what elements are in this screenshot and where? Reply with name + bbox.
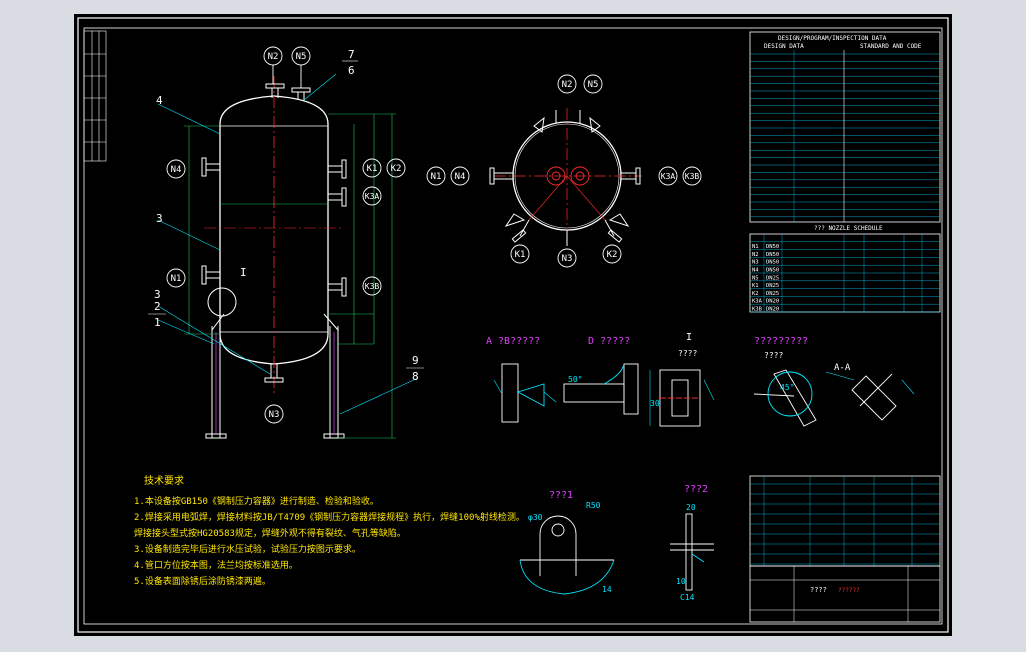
cad-drawing: N2 N5 N4 N1 K1 K2 K3A K3B N3 7 6 4 3 3 2… — [77, 17, 949, 633]
plan-label-n4: N4 — [455, 172, 466, 182]
part-4: 4 — [156, 94, 163, 107]
label-n2: N2 — [268, 52, 279, 62]
dim-phi30: φ30 — [528, 513, 543, 522]
label-n1: N1 — [171, 274, 182, 284]
nozzle-schedule-mark: N1 — [752, 244, 759, 250]
nozzle-schedule-size: DN25 — [766, 283, 779, 289]
revision-strip — [83, 30, 107, 162]
sheet-border — [77, 17, 949, 633]
dim-30: 30 — [650, 399, 660, 408]
tech-req-line-5: 4.管口方位按本图，法兰均按标准选用。 — [134, 559, 298, 571]
part-1: 1 — [154, 316, 161, 329]
nozzle-schedule-size: DN20 — [766, 299, 779, 305]
vessel-elevation — [157, 73, 419, 439]
nozzle-schedule-title: ??? NOZZLE SCHEDULE — [814, 225, 883, 232]
tech-req-line-6: 5.设备表面除锈后涂防锈漆两遍。 — [134, 575, 271, 587]
section-aa-label: A-A — [834, 363, 851, 373]
design-data-left: DESIGN DATA — [764, 43, 804, 50]
nozzle-schedule-mark: N3 — [752, 260, 759, 266]
nozzle-schedule-size: DN50 — [766, 260, 779, 266]
label-k1: K1 — [367, 164, 378, 174]
drawing-name: ???? — [810, 586, 827, 594]
plan-label-k2: K2 — [607, 250, 618, 260]
nozzle-k3a-flange — [341, 187, 347, 207]
detail1-drawing — [519, 515, 615, 595]
part-8: 8 — [412, 370, 419, 383]
label-k3a: K3A — [365, 192, 380, 201]
nozzle-n1-flange — [201, 265, 207, 285]
nozzle-schedule-mark: N5 — [752, 275, 759, 281]
nozzle-k3b-flange — [341, 277, 347, 297]
nozzle-n5-flange — [291, 87, 311, 93]
detail-i-num: I — [686, 332, 692, 343]
tech-req-title: 技术要求 — [144, 474, 184, 487]
plan-label-k3b: K3B — [685, 172, 700, 181]
elevation-nozzle-labels — [166, 46, 406, 424]
vessel-plan-view: N2 N5 N1 N4 K3A K3B K1 N3 K2 — [426, 74, 702, 268]
design-data-title: DESIGN/PROGRAM/INSPECTION DATA — [778, 35, 887, 42]
plan-label-n2: N2 — [562, 80, 573, 90]
nozzle-schedule-size: DN50 — [766, 244, 779, 250]
tech-req-line-2: 2.焊接采用电弧焊，焊接材料按JB/T4709《钢制压力容器焊接规程》执行，焊缝… — [134, 511, 525, 523]
label-n5: N5 — [296, 52, 307, 62]
dim-10: 10 — [676, 577, 686, 586]
nozzle-n4-flange — [201, 157, 207, 177]
detail-views: A ?B????? D ????? ????????? ???1 ???2 I … — [486, 332, 915, 602]
title-stamp: ?????? — [838, 587, 860, 594]
label-k2: K2 — [391, 164, 402, 174]
plan-label-k3a: K3A — [661, 172, 676, 181]
detail-a-title: A ?B????? — [486, 336, 540, 347]
part-9: 9 — [412, 354, 419, 367]
detail2-title: ???2 — [684, 484, 708, 495]
label-n3: N3 — [269, 410, 280, 420]
dim-c14: C14 — [680, 593, 695, 602]
part-2: 2 — [154, 300, 161, 313]
nozzle-schedule-mark: N4 — [752, 268, 759, 274]
dim-45deg: 45° — [780, 383, 794, 392]
tech-req-line-1: 1.本设备按GB150《钢制压力容器》进行制造、检验和验收。 — [134, 495, 379, 507]
detail-weld-title: ????????? — [754, 336, 808, 347]
detail-weld-sub: ???? — [764, 351, 783, 360]
part-6: 6 — [348, 64, 355, 77]
plan-label-n5: N5 — [588, 80, 599, 90]
detail1-title: ???1 — [549, 490, 573, 501]
dim-50deg: 50° — [568, 375, 582, 384]
plan-label-n3: N3 — [562, 254, 573, 264]
nozzle-schedule-mark: K2 — [752, 291, 759, 297]
technical-requirements: 技术要求 1.本设备按GB150《钢制压力容器》进行制造、检验和验收。 2.焊接… — [134, 474, 525, 587]
detail-i-sub: ???? — [678, 349, 697, 358]
drawing-sheet: N2 N5 N4 N1 K1 K2 K3A K3B N3 7 6 4 3 3 2… — [74, 14, 952, 636]
nozzle-n2-flange — [265, 83, 285, 89]
dim-20: 20 — [686, 503, 696, 512]
nozzle-k1-flange — [341, 159, 347, 179]
nozzle-schedule-mark: K3A — [752, 299, 763, 305]
nozzle-schedule-mark: K3B — [752, 307, 763, 313]
plan-label-k1: K1 — [515, 250, 526, 260]
dim-r50: R50 — [586, 501, 601, 510]
dim-14: 14 — [602, 585, 612, 594]
nozzle-schedule-size: DN50 — [766, 268, 779, 274]
parts-list-table — [749, 475, 941, 567]
manhole-detail-circle — [207, 287, 237, 317]
tech-req-line-3: 焊接接头型式按HG20583规定，焊缝外观不得有裂纹、气孔等缺陷。 — [134, 527, 406, 539]
nozzle-schedule-size: DN20 — [766, 307, 779, 313]
nozzle-schedule-table: ??? NOZZLE SCHEDULE N1 DN50 N2 DN50 N3 DN50 N4… — [749, 225, 941, 313]
design-data-right: STANDARD AND CODE — [860, 43, 922, 50]
design-data-table: DESIGN/PROGRAM/INSPECTION DATA DESIGN DA… — [749, 31, 941, 223]
nozzle-schedule-mark: K1 — [752, 283, 759, 289]
detail-d-title: D ????? — [588, 336, 630, 347]
detail-i-callout: I — [240, 266, 247, 279]
tech-req-line-4: 3.设备制造完毕后进行水压试验，试验压力按图示要求。 — [134, 543, 361, 555]
part-7: 7 — [348, 48, 355, 61]
nozzle-schedule-size: DN25 — [766, 275, 779, 281]
nozzle-schedule-mark: N2 — [752, 252, 759, 258]
nozzle-schedule-size: DN50 — [766, 252, 779, 258]
part-3: 3 — [156, 212, 163, 225]
title-block: ???? ?????? — [749, 565, 941, 623]
label-n4: N4 — [171, 165, 182, 175]
plan-label-n1: N1 — [431, 172, 442, 182]
label-k3b: K3B — [365, 282, 380, 291]
nozzle-schedule-size: DN25 — [766, 291, 779, 297]
